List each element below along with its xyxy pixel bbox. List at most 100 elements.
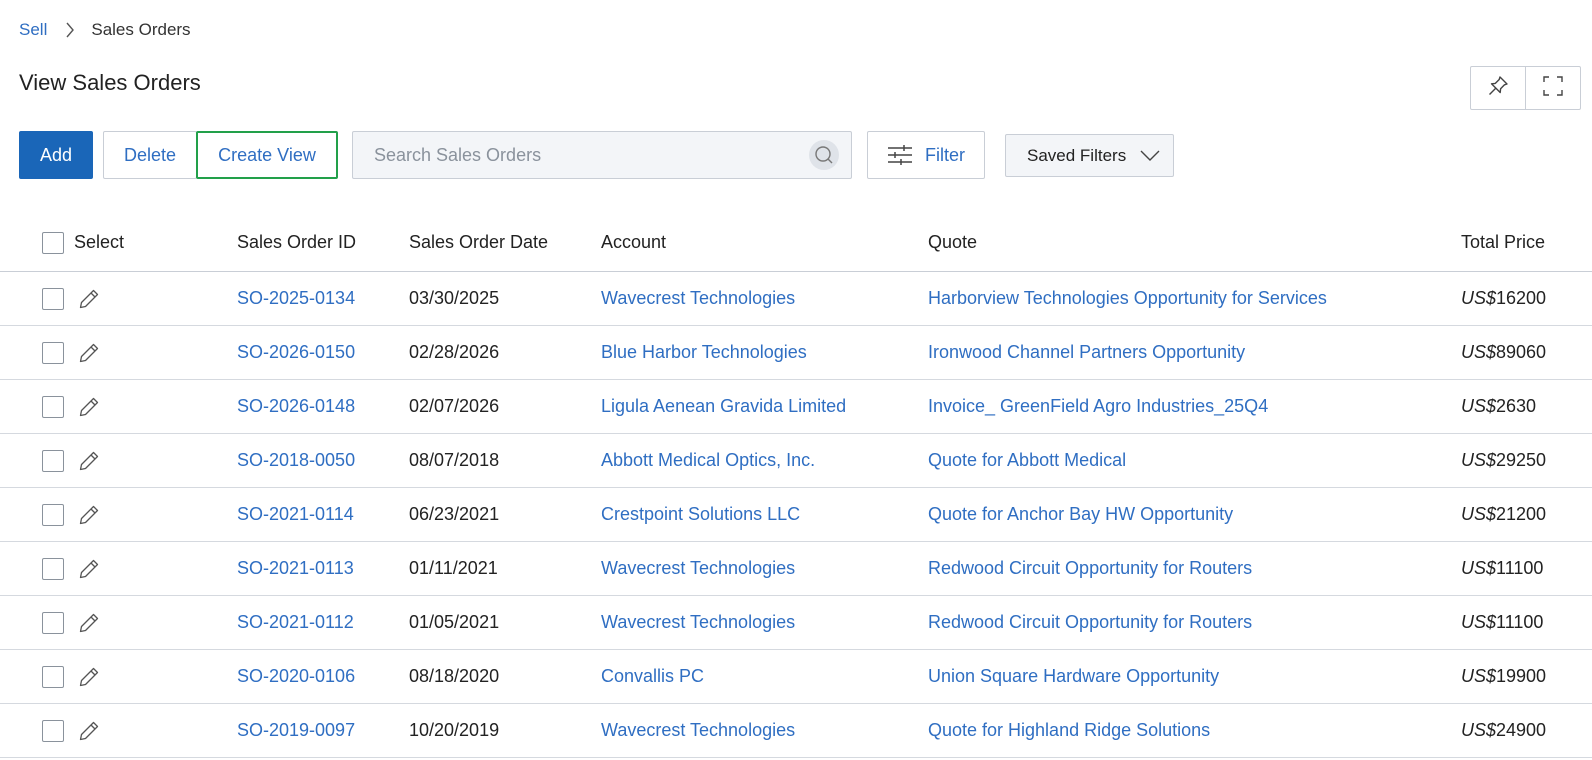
- total-price: US$ 19900: [1461, 650, 1546, 703]
- total-price: US$ 29250: [1461, 434, 1546, 487]
- account-link[interactable]: Wavecrest Technologies: [601, 596, 795, 649]
- search-box: [352, 131, 852, 179]
- select-all-cell: Select: [42, 214, 124, 271]
- row-checkbox[interactable]: [42, 341, 64, 364]
- row-checkbox[interactable]: [42, 503, 64, 526]
- pencil-icon[interactable]: [78, 612, 100, 634]
- price-value: 89060: [1496, 342, 1547, 362]
- total-price: US$ 2630: [1461, 380, 1536, 433]
- fullscreen-icon: [1542, 75, 1564, 102]
- row-checkbox[interactable]: [42, 287, 64, 310]
- pin-icon: [1487, 75, 1509, 102]
- total-price: US$ 16200: [1461, 272, 1546, 325]
- column-header-sales-order-id[interactable]: Sales Order ID: [237, 214, 356, 271]
- column-header-total-price[interactable]: Total Price: [1461, 214, 1545, 271]
- fullscreen-button[interactable]: [1525, 67, 1580, 109]
- sales-order-id-link[interactable]: SO-2026-0150: [237, 326, 355, 379]
- quote-link[interactable]: Redwood Circuit Opportunity for Routers: [928, 596, 1252, 649]
- pencil-icon[interactable]: [78, 450, 100, 472]
- sales-order-id-link[interactable]: SO-2025-0134: [237, 272, 355, 325]
- total-price: US$ 11100: [1461, 596, 1543, 649]
- total-price: US$ 11100: [1461, 542, 1543, 595]
- price-currency: US$: [1461, 558, 1497, 578]
- sales-order-id-link[interactable]: SO-2018-0050: [237, 434, 355, 487]
- chevron-right-icon: [65, 22, 75, 38]
- quote-link[interactable]: Harborview Technologies Opportunity for …: [928, 272, 1327, 325]
- sales-order-id-link[interactable]: SO-2021-0114: [237, 488, 354, 541]
- pencil-icon[interactable]: [78, 558, 100, 580]
- row-select-cell: [42, 542, 100, 595]
- sales-order-date: 08/18/2020: [409, 666, 500, 686]
- quote-link[interactable]: Ironwood Channel Partners Opportunity: [928, 326, 1245, 379]
- row-checkbox[interactable]: [42, 395, 64, 418]
- pin-button[interactable]: [1471, 67, 1525, 109]
- view-tools: [1470, 66, 1581, 110]
- sales-order-date: 06/23/2021: [409, 504, 500, 524]
- account-link[interactable]: Wavecrest Technologies: [601, 704, 795, 757]
- account-link[interactable]: Crestpoint Solutions LLC: [601, 488, 800, 541]
- total-price: US$ 24900: [1461, 704, 1546, 757]
- price-currency: US$: [1461, 396, 1497, 416]
- column-header-account[interactable]: Account: [601, 214, 666, 271]
- sales-order-date: 01/05/2021: [409, 612, 500, 632]
- breadcrumb-sell-link[interactable]: Sell: [19, 20, 47, 40]
- search-icon: [814, 145, 834, 165]
- row-select-cell: [42, 488, 100, 541]
- row-select-cell: [42, 704, 100, 757]
- add-button[interactable]: Add: [19, 131, 93, 179]
- sales-order-id-link[interactable]: SO-2020-0106: [237, 650, 355, 703]
- quote-link[interactable]: Quote for Highland Ridge Solutions: [928, 704, 1210, 757]
- row-checkbox[interactable]: [42, 665, 64, 688]
- row-checkbox[interactable]: [42, 557, 64, 580]
- account-link[interactable]: Wavecrest Technologies: [601, 542, 795, 595]
- search-input[interactable]: [353, 132, 809, 178]
- pencil-icon[interactable]: [78, 342, 100, 364]
- row-select-cell: [42, 434, 100, 487]
- pencil-icon[interactable]: [78, 720, 100, 742]
- quote-link[interactable]: Union Square Hardware Opportunity: [928, 650, 1219, 703]
- quote-link[interactable]: Invoice_ GreenField Agro Industries_25Q4: [928, 380, 1268, 433]
- pencil-icon[interactable]: [78, 504, 100, 526]
- select-all-checkbox[interactable]: [42, 231, 64, 254]
- sales-order-id-link[interactable]: SO-2019-0097: [237, 704, 355, 757]
- table-row: SO-2020-0106 08/18/2020 Convallis PC Union …: [0, 650, 1592, 704]
- pencil-icon[interactable]: [78, 666, 100, 688]
- row-checkbox[interactable]: [42, 611, 64, 634]
- column-header-quote[interactable]: Quote: [928, 214, 977, 271]
- filter-button[interactable]: Filter: [867, 131, 985, 179]
- table-row: SO-2026-0148 02/07/2026 Ligula Aenean Grav…: [0, 380, 1592, 434]
- price-value: 11100: [1496, 558, 1544, 578]
- breadcrumb-current: Sales Orders: [91, 20, 191, 39]
- account-link[interactable]: Abbott Medical Optics, Inc.: [601, 434, 815, 487]
- sales-order-id-link[interactable]: SO-2021-0113: [237, 542, 354, 595]
- sales-order-id-link[interactable]: SO-2021-0112: [237, 596, 354, 649]
- row-checkbox[interactable]: [42, 719, 64, 742]
- table-row: SO-2026-0150 02/28/2026 Blue Harbor Techno…: [0, 326, 1592, 380]
- delete-button[interactable]: Delete: [103, 131, 197, 179]
- column-header-select: Select: [74, 232, 125, 252]
- quote-link[interactable]: Quote for Abbott Medical: [928, 434, 1126, 487]
- pencil-icon[interactable]: [78, 288, 100, 310]
- sales-order-id-link[interactable]: SO-2026-0148: [237, 380, 355, 433]
- account-link[interactable]: Ligula Aenean Gravida Limited: [601, 380, 846, 433]
- sales-order-date: 02/07/2026: [409, 396, 500, 416]
- row-checkbox[interactable]: [42, 449, 64, 472]
- sliders-icon: [887, 144, 913, 166]
- account-link[interactable]: Wavecrest Technologies: [601, 272, 795, 325]
- saved-filters-dropdown[interactable]: Saved Filters: [1005, 134, 1174, 177]
- price-currency: US$: [1461, 288, 1497, 308]
- account-link[interactable]: Blue Harbor Technologies: [601, 326, 807, 379]
- table-row: SO-2021-0114 06/23/2021 Crestpoint Solutio…: [0, 488, 1592, 542]
- account-link[interactable]: Convallis PC: [601, 650, 704, 703]
- price-value: 11100: [1496, 612, 1544, 632]
- create-view-button[interactable]: Create View: [196, 131, 338, 179]
- search-button[interactable]: [809, 140, 839, 170]
- column-header-sales-order-date[interactable]: Sales Order Date: [409, 214, 548, 271]
- sales-order-date: 02/28/2026: [409, 342, 500, 362]
- price-value: 2630: [1496, 396, 1537, 416]
- pencil-icon[interactable]: [78, 396, 100, 418]
- page-title: View Sales Orders: [19, 70, 201, 95]
- table-header-row: Select Sales Order ID Sales Order Date A…: [0, 214, 1592, 272]
- quote-link[interactable]: Quote for Anchor Bay HW Opportunity: [928, 488, 1233, 541]
- quote-link[interactable]: Redwood Circuit Opportunity for Routers: [928, 542, 1252, 595]
